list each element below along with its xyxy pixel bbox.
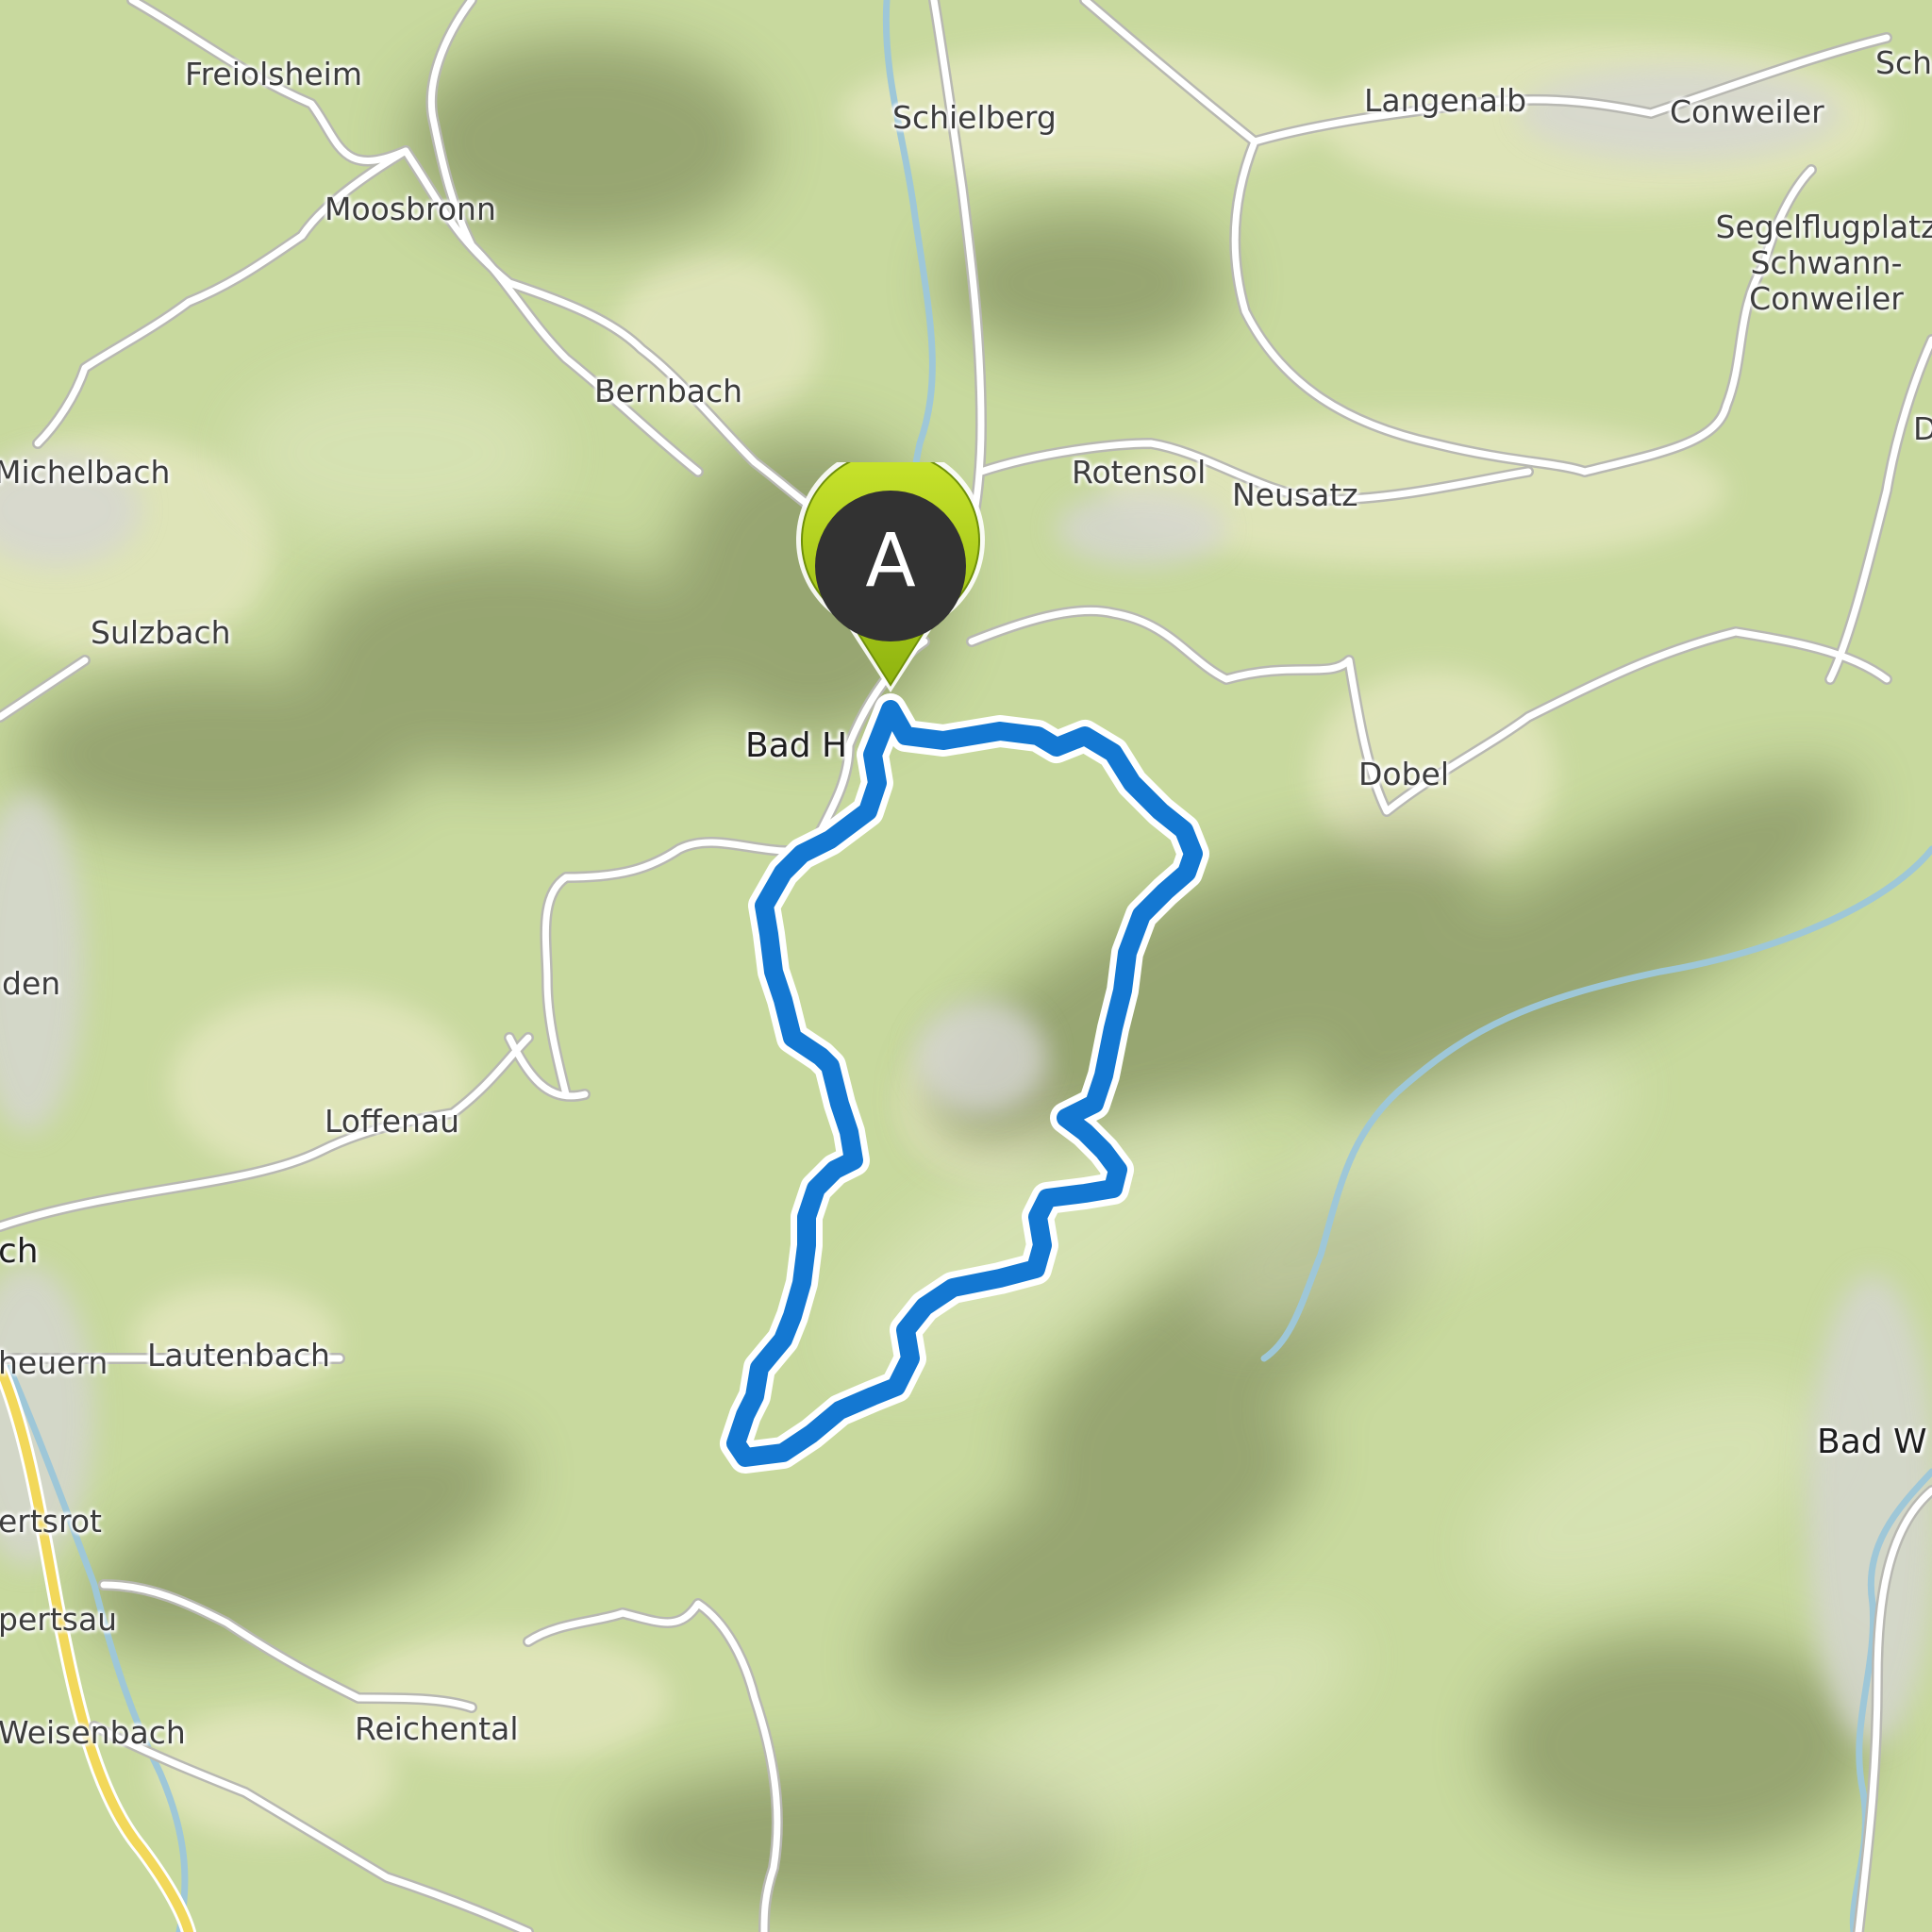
start-marker[interactable]: A — [789, 445, 992, 708]
place-label-schielberg: Schielberg — [892, 99, 1057, 136]
place-label-den: den — [2, 965, 61, 1002]
start-marker-letter: A — [865, 519, 916, 604]
place-label-ch: ch — [0, 1232, 39, 1271]
place-label-segelflugplatz-line2: Schwann- — [1750, 243, 1903, 281]
place-label-pertsau: pertsau — [0, 1601, 118, 1638]
place-label-loffenau: Loffenau — [325, 1103, 460, 1140]
place-label-conweiler: Conweiler — [1670, 93, 1824, 130]
place-label-rotensol: Rotensol — [1072, 454, 1207, 491]
place-label-heuern: heuern — [0, 1344, 108, 1381]
place-label-michelbach: Michelbach — [0, 454, 171, 491]
terrain-layer — [0, 0, 1932, 1932]
map-view[interactable]: Freiolsheim Moosbronn Schielberg Langena… — [0, 0, 1932, 1932]
place-label-bernbach: Bernbach — [594, 373, 743, 409]
place-label-bad-w: Bad W — [1817, 1423, 1927, 1461]
place-label-dobel: Dobel — [1358, 756, 1450, 792]
place-label-d: D — [1913, 410, 1932, 447]
place-label-freiolsheim: Freiolsheim — [185, 56, 362, 92]
place-label-reichental: Reichental — [355, 1710, 519, 1747]
place-label-moosbronn: Moosbronn — [325, 191, 496, 227]
place-label-segelflugplatz-line3: Conweiler — [1749, 279, 1904, 317]
place-label-bad-h: Bad H — [745, 726, 848, 765]
place-label-ertsrot: ertsrot — [0, 1503, 102, 1540]
place-label-langenalb: Langenalb — [1364, 82, 1527, 119]
place-label-segelflugplatz-line1: Segelflugplatz — [1715, 208, 1932, 245]
place-label-segelflugplatz: Segelflugplatz Schwann- Conweiler — [1704, 209, 1932, 317]
place-label-sch: Sch — [1875, 44, 1932, 81]
place-label-sulzbach: Sulzbach — [91, 614, 231, 651]
place-label-lautenbach: Lautenbach — [147, 1337, 330, 1374]
place-label-neusatz: Neusatz — [1232, 476, 1358, 513]
place-label-weisenbach: Weisenbach — [0, 1714, 186, 1751]
